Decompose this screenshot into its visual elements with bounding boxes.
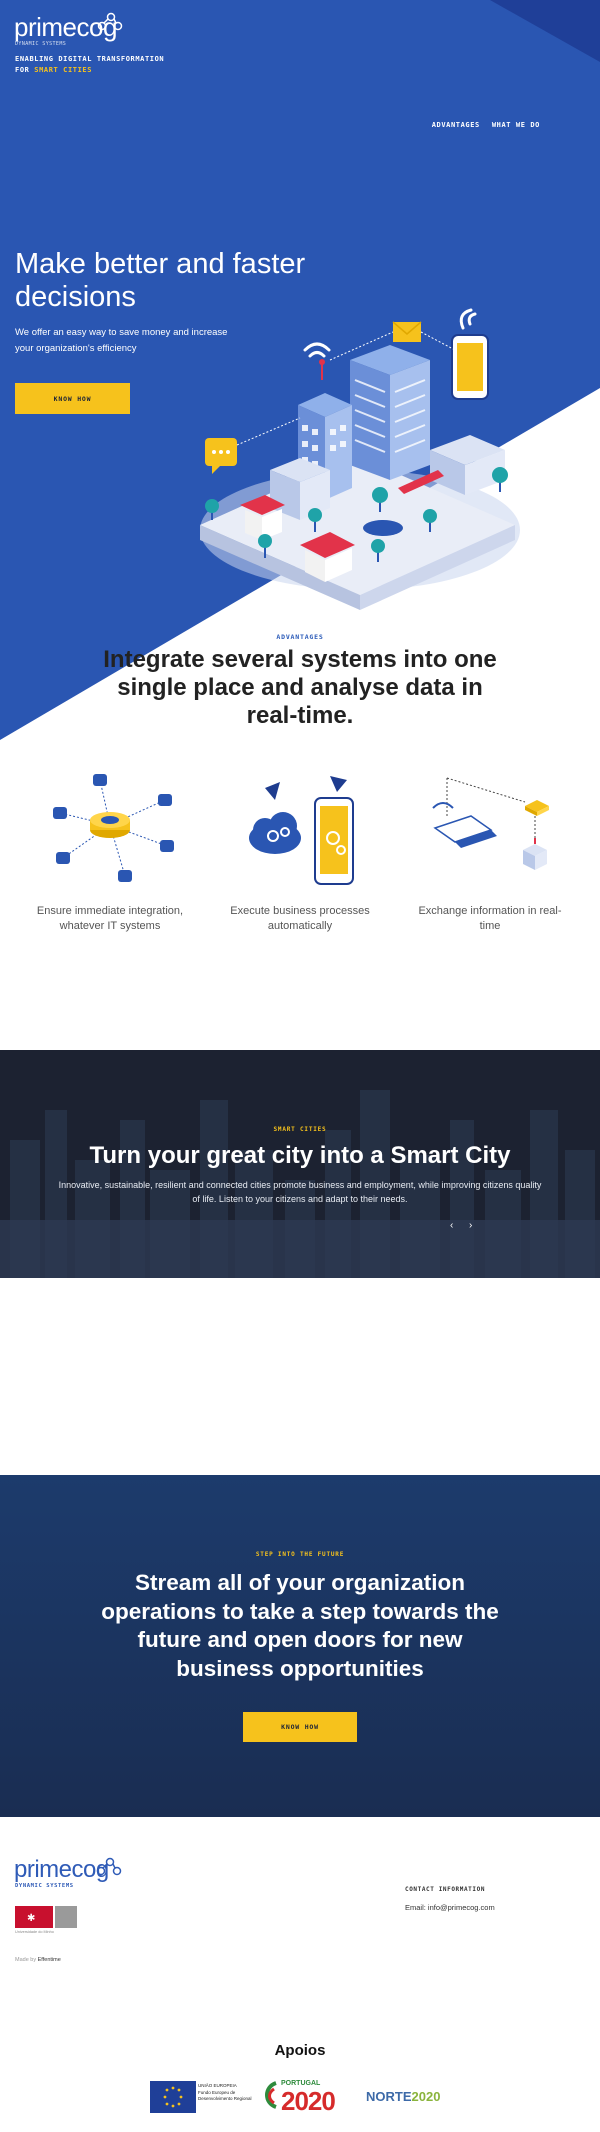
norte2020-logo: NORTE2020	[366, 2089, 440, 2104]
footer-logo-subtitle: DYNAMIC SYSTEMS	[15, 1883, 74, 1889]
university-badge-text: Universidade do Minho	[15, 1930, 54, 1934]
stream-know-how-button[interactable]: KNOW HOW	[243, 1712, 357, 1742]
portugal2020-swirl-icon	[265, 2081, 277, 2109]
made-by-prefix: Made by	[15, 1957, 37, 1963]
feature-text: Exchange information in real-time	[418, 905, 562, 932]
footer-logo-nodes-icon	[96, 1857, 122, 1876]
eu-fund-line2: Desenvolvimento Regional	[198, 2096, 252, 2101]
carousel-next-icon[interactable]: ›	[469, 1220, 472, 1231]
contact-heading: CONTACT INFORMATION	[405, 1886, 486, 1893]
smart-city-title: Turn your great city into a Smart City	[89, 1142, 511, 1169]
made-by: Made by Effentime	[15, 1957, 61, 1963]
hero-subtitle: We offer an easy way to save money and i…	[15, 327, 228, 354]
advantages-title: Integrate several systems into one singl…	[103, 646, 497, 729]
feature-text: Ensure immediate integration, whatever I…	[36, 905, 184, 932]
hero-know-how-button[interactable]: KNOW HOW	[15, 383, 130, 414]
nav-item-advantages[interactable]: ADVANTAGES	[432, 121, 480, 129]
smart-city-label: SMART CITIES	[273, 1126, 327, 1133]
feature-exchange: Exchange information in real-time	[410, 768, 570, 934]
stream-label: STEP INTO THE FUTURE	[255, 1551, 345, 1558]
brand-logo-subtitle: DYNAMIC SYSTEMS	[15, 41, 67, 47]
svg-text:✱: ✱	[27, 1913, 35, 1924]
cloud-phone-icon	[249, 776, 354, 885]
database-network-icon	[53, 774, 174, 882]
smart-city-section: SMART CITIES Turn your great city into a…	[0, 1050, 600, 1278]
university-badge-icon: ✱	[15, 1906, 77, 1928]
stream-section: STEP INTO THE FUTURE Stream all of your …	[0, 1475, 600, 1817]
laptop-exchange-icon	[432, 777, 549, 870]
nav-item-what-we-do[interactable]: WHAT WE DO	[492, 121, 540, 129]
smart-city-text: Innovative, sustainable, resilient and c…	[58, 1180, 542, 1204]
portugal-2020-year: 2020	[281, 2086, 336, 2116]
tagline-line1: ENABLING DIGITAL TRANSFORMATION	[15, 55, 165, 63]
hero-title: Make better and faster decisions	[15, 248, 306, 313]
brand-tagline: ENABLING DIGITAL TRANSFORMATION FOR SMAR…	[15, 54, 164, 76]
tagline-highlight: SMART CITIES	[34, 66, 93, 74]
eu-text: UNIÃO EUROPEIA Fundo Europeu de Desenvol…	[198, 2083, 252, 2103]
feature-automation: Execute business processes automatically	[220, 768, 380, 934]
norte-year: 2020	[411, 2089, 441, 2104]
carousel-prev-icon[interactable]: ‹	[450, 1220, 453, 1231]
advantages-label: ADVANTAGES	[276, 633, 324, 641]
hero-background	[0, 0, 600, 740]
eu-flag-icon	[150, 2081, 196, 2113]
contact-email[interactable]: Email: info@primecog.com	[405, 1903, 495, 1912]
made-by-link[interactable]: Effentime	[38, 1957, 61, 1963]
stream-title: Stream all of your organization operatio…	[101, 1570, 499, 1681]
tagline-line2: FOR SMART CITIES	[15, 65, 164, 76]
apoios-title: Apoios	[274, 2042, 326, 2059]
footer-logo[interactable]: primecog	[14, 1856, 109, 1884]
feature-text: Execute business processes automatically	[230, 905, 370, 932]
hero-section: primecog DYNAMIC SYSTEMS ENABLING DIGITA…	[0, 0, 600, 740]
feature-integration: Ensure immediate integration, whatever I…	[30, 768, 190, 934]
tagline-for: FOR	[15, 66, 30, 74]
main-nav: ADVANTAGES WHAT WE DO	[432, 121, 540, 129]
norte-main: NORTE	[366, 2089, 412, 2104]
logo-nodes-icon	[97, 12, 123, 31]
